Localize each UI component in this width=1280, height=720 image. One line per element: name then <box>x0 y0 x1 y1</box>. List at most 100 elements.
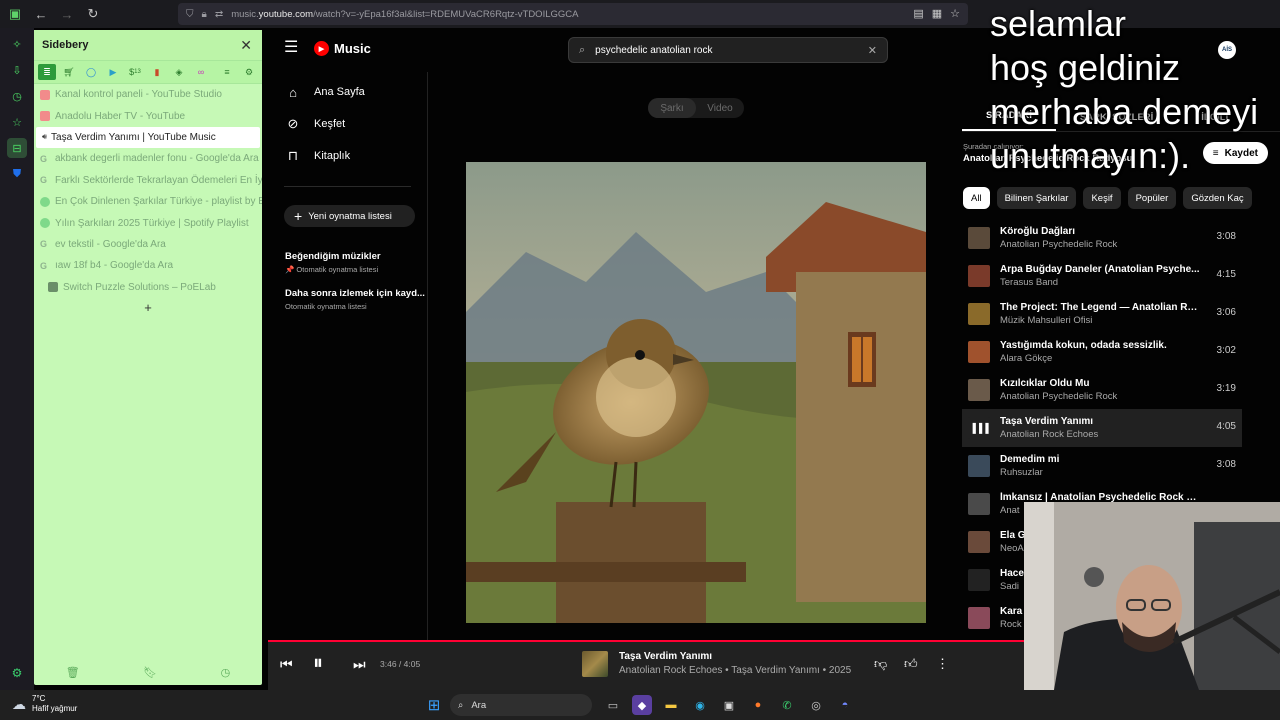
queue-item[interactable]: Köroğlu Dağları Anatolian Psychedelic Roc… <box>962 219 1242 257</box>
save-button[interactable]: ≡ Kaydet <box>1202 142 1268 164</box>
chip-popular[interactable]: Popüler <box>1127 187 1177 209</box>
whatsapp-icon[interactable]: ✆ <box>777 695 797 715</box>
sidebery-tab[interactable]: Switch Puzzle Solutions – PoELab <box>34 277 262 298</box>
hamburger-menu-icon[interactable]: ☰ <box>284 40 300 56</box>
reader-view-icon[interactable]: ▤ <box>913 7 923 20</box>
more-options-icon[interactable]: ⋮ <box>936 656 949 672</box>
like-icon[interactable]: 👍︎ <box>904 656 918 672</box>
grid-icon[interactable]: ▦ <box>932 7 942 20</box>
chip-familiar[interactable]: Bilinen Şarkılar <box>996 187 1077 209</box>
play-panel-icon[interactable]: ▶ <box>104 64 122 80</box>
edge-icon[interactable]: ◉ <box>690 695 710 715</box>
new-playlist-button[interactable]: + Yeni oynatma listesi <box>284 205 415 227</box>
clock-icon[interactable]: ◷ <box>221 666 231 679</box>
trash-icon[interactable]: 🗑︎ <box>66 666 80 679</box>
firefox-icon[interactable]: ● <box>748 695 768 715</box>
sidebery-tab[interactable]: G Farklı Sektörlerde Tekrarlayan Ödemeler… <box>34 170 262 191</box>
tab-related[interactable]: İLGİLİ <box>1177 112 1252 131</box>
sidebery-tab[interactable]: Yılın Şarkıları 2025 Türkiye | Spotify P… <box>34 212 262 233</box>
discord-icon[interactable]: ◓ <box>835 695 855 715</box>
bookmark-icon[interactable]: 🔖︎ <box>143 666 157 679</box>
sidebery-tab-label: Anadolu Haber TV - YouTube <box>55 110 186 122</box>
file-explorer-icon[interactable]: ▬ <box>661 695 681 715</box>
queue-thumbnail <box>968 607 990 629</box>
sidebery-tab[interactable]: Anadolu Haber TV - YouTube <box>34 105 262 126</box>
downloads-icon[interactable]: ⇩ <box>7 60 27 80</box>
app-icon[interactable]: ◆ <box>632 695 652 715</box>
nav-library[interactable]: ⊓ Kitaplık <box>268 140 427 172</box>
glasses-panel-icon[interactable]: ∞ <box>192 64 210 80</box>
sidebery-tab[interactable]: En Çok Dinlenen Şarkılar Türkiye - playl… <box>34 191 262 212</box>
sidebery-tab[interactable]: Gıaw 18f b4 - Google'da Ara <box>34 255 262 276</box>
chip-all[interactable]: All <box>963 187 990 209</box>
task-view-icon[interactable]: ▭ <box>603 695 623 715</box>
queue-item[interactable]: ▐▐▐ Taşa Verdim Yanımı Anatolian Rock Echo… <box>962 409 1242 447</box>
current-thumbnail[interactable] <box>582 651 608 677</box>
bitwarden-icon[interactable]: ⛊ <box>7 164 27 184</box>
queue-item[interactable]: Demedim mi Ruhsuzlar 3:08 <box>962 447 1242 485</box>
settings-icon[interactable]: ⚙ <box>12 666 23 680</box>
queue-item-info: The Project: The Legend — Anatolian Ro..… <box>1000 302 1242 326</box>
sidebery-tab[interactable]: Gev tekstil - Google'da Ara <box>34 234 262 255</box>
shopping-panel-icon[interactable]: 🛒︎ <box>60 64 78 80</box>
new-tab-button[interactable]: + <box>34 300 262 315</box>
toggle-video[interactable]: Video <box>696 98 744 118</box>
song-video-toggle[interactable]: Şarkı Video <box>648 98 744 118</box>
ytm-logo[interactable]: ▶ Music <box>314 41 371 56</box>
history-icon[interactable]: ◷ <box>7 86 27 106</box>
url-bar[interactable]: ⛉ 🔒︎ ⇄ music. youtube.com/watch?v=-yEpa16… <box>178 3 968 25</box>
current-subtitle[interactable]: Anatolian Rock Echoes • Taşa Verdim Yanı… <box>619 665 851 676</box>
playlist-item[interactable]: Beğendiğim müzikler 📌 Otomatik oynatma l… <box>285 251 427 274</box>
playlist-item[interactable]: Daha sonra izlemek için kayd... Otomatik… <box>285 288 427 311</box>
sidebery-tab-label: akbank degerli madenler fonu - Google'da… <box>55 153 259 165</box>
list-icon[interactable]: ≡ <box>218 64 236 80</box>
reload-icon[interactable]: ↻ <box>82 3 104 25</box>
nav-home[interactable]: ⌂ Ana Sayfa <box>268 76 427 108</box>
avatar[interactable]: AİS <box>1218 41 1236 59</box>
nav-explore[interactable]: ⊘ Keşfet <box>268 108 427 140</box>
tabs-panel-icon[interactable]: ≣ <box>38 64 56 80</box>
forward-icon[interactable]: → <box>56 3 78 25</box>
chip-discover[interactable]: Keşif <box>1083 187 1121 209</box>
weather-temp: 7°C <box>32 694 46 703</box>
clear-search-icon[interactable]: ✕ <box>868 44 877 57</box>
sidebery-tab[interactable]: Gakbank degerli madenler fonu - Google'd… <box>34 148 262 169</box>
sidebery-tab[interactable]: 🔊︎ Taşa Verdim Yanımı | YouTube Music <box>36 58 312 149</box>
queue-item[interactable]: Arpa Buğday Daneler (Anatolian Psyche...… <box>962 257 1242 295</box>
current-title[interactable]: Taşa Verdim Yanımı <box>619 651 712 662</box>
sidebery-icon[interactable]: ⊟ <box>7 138 27 158</box>
weather-widget[interactable]: ☁ 7°C Hafif yağmur <box>12 694 77 714</box>
queue-item[interactable]: Yastığımda kokun, odada sessizlik. Alara … <box>962 333 1242 371</box>
queue-item[interactable]: Kızılcıklar Oldu Mu Anatolian Psychedelic… <box>962 371 1242 409</box>
taskbar-search[interactable]: ⌕ Ara <box>450 694 592 716</box>
money-panel-icon[interactable]: $13 <box>126 64 144 80</box>
game-panel-icon[interactable]: ◈ <box>170 64 188 80</box>
dislike-icon[interactable]: 👎︎ <box>874 656 887 672</box>
queue-item-title: Demedim mi <box>1000 454 1060 465</box>
tab-lyrics[interactable]: ŞARKI SÖZLERİ <box>1056 112 1177 131</box>
toggle-song[interactable]: Şarkı <box>648 98 696 118</box>
previous-icon[interactable]: ⏮ <box>280 656 293 673</box>
permissions-icon: ⇄ <box>214 8 224 20</box>
sidebery-tab[interactable]: Kanal kontrol paneli - YouTube Studio <box>34 84 262 105</box>
sidebery-tab-label: Switch Puzzle Solutions – PoELab <box>63 281 216 293</box>
bookmark-star-icon[interactable]: ☆ <box>950 7 960 20</box>
gear-icon[interactable]: ⚙ <box>240 64 258 80</box>
ai-icon[interactable]: ✧ <box>7 34 27 54</box>
close-icon[interactable]: ✕ <box>240 37 252 54</box>
tab-up-next[interactable]: SIRADAKİ <box>962 110 1056 131</box>
windows-start-icon[interactable]: ⊞ <box>424 695 444 715</box>
pause-icon[interactable]: ⏸ <box>313 652 323 675</box>
bookmarks-icon[interactable]: ☆ <box>7 112 27 132</box>
back-icon[interactable]: ← <box>30 3 52 25</box>
speaker-icon[interactable]: 🔊︎ <box>42 132 47 142</box>
queue-item[interactable]: The Project: The Legend — Anatolian Ro..… <box>962 295 1242 333</box>
blue-panel-icon[interactable]: ◯ <box>82 64 100 80</box>
search-input[interactable]: ⌕ psychedelic anatolian rock ✕ <box>568 37 888 63</box>
store-icon[interactable]: ▣ <box>719 695 739 715</box>
next-icon[interactable]: ⏭ <box>353 656 366 673</box>
book-panel-icon[interactable]: ▮ <box>148 64 166 80</box>
sidebar-toggle-icon[interactable]: ▣ <box>4 3 26 25</box>
chip-deep-cuts[interactable]: Gözden Kaç <box>1183 187 1252 209</box>
app-red-icon[interactable]: ◎ <box>806 695 826 715</box>
